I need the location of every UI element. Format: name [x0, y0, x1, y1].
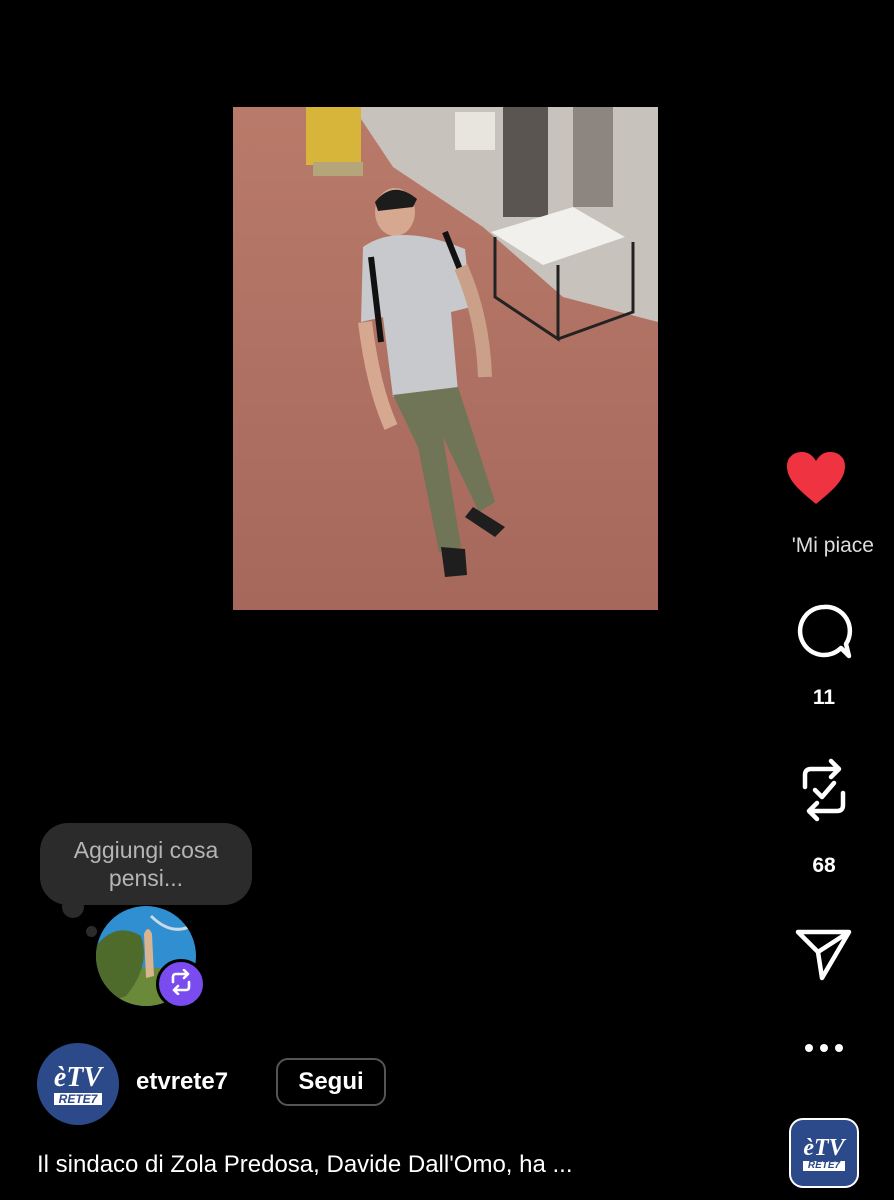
- repost-badge: [156, 959, 206, 1009]
- share-button[interactable]: [788, 924, 860, 988]
- note-placeholder: Aggiungi cosa pensi...: [73, 837, 219, 891]
- post-caption[interactable]: Il sindaco di Zola Predosa, Davide Dall'…: [37, 1151, 573, 1179]
- repost-button[interactable]: [788, 758, 860, 824]
- action-rail: 'Mi piace 11 68: [774, 0, 894, 1200]
- comment-icon: [794, 602, 854, 667]
- heart-icon: [785, 450, 847, 511]
- more-icon: [804, 1040, 844, 1058]
- comments-count: 11: [812, 686, 836, 709]
- logo-top: èTV: [53, 1061, 103, 1093]
- comment-button[interactable]: [788, 602, 860, 666]
- likes-label[interactable]: 'Mi piace: [734, 534, 874, 558]
- bubble-tail-small: [86, 926, 97, 937]
- audio-thumbnail[interactable]: èTV RETE7: [789, 1118, 859, 1188]
- author-avatar[interactable]: èTV RETE7: [37, 1043, 119, 1125]
- logo-top: èTV: [803, 1134, 845, 1161]
- add-note-bubble[interactable]: Aggiungi cosa pensi...: [40, 823, 252, 905]
- logo-bottom: RETE7: [53, 1092, 103, 1105]
- like-button[interactable]: [780, 448, 852, 512]
- more-button[interactable]: [788, 1034, 860, 1064]
- post-image[interactable]: [233, 107, 658, 610]
- send-icon: [795, 926, 853, 987]
- reposts-count: 68: [812, 854, 836, 877]
- logo-bottom: RETE7: [803, 1160, 845, 1171]
- follow-button[interactable]: Segui: [276, 1058, 386, 1106]
- bubble-tail-large: [62, 896, 84, 918]
- repost-icon: [168, 968, 194, 1000]
- repost-icon: [795, 757, 853, 828]
- author-username[interactable]: etvrete7: [136, 1068, 228, 1096]
